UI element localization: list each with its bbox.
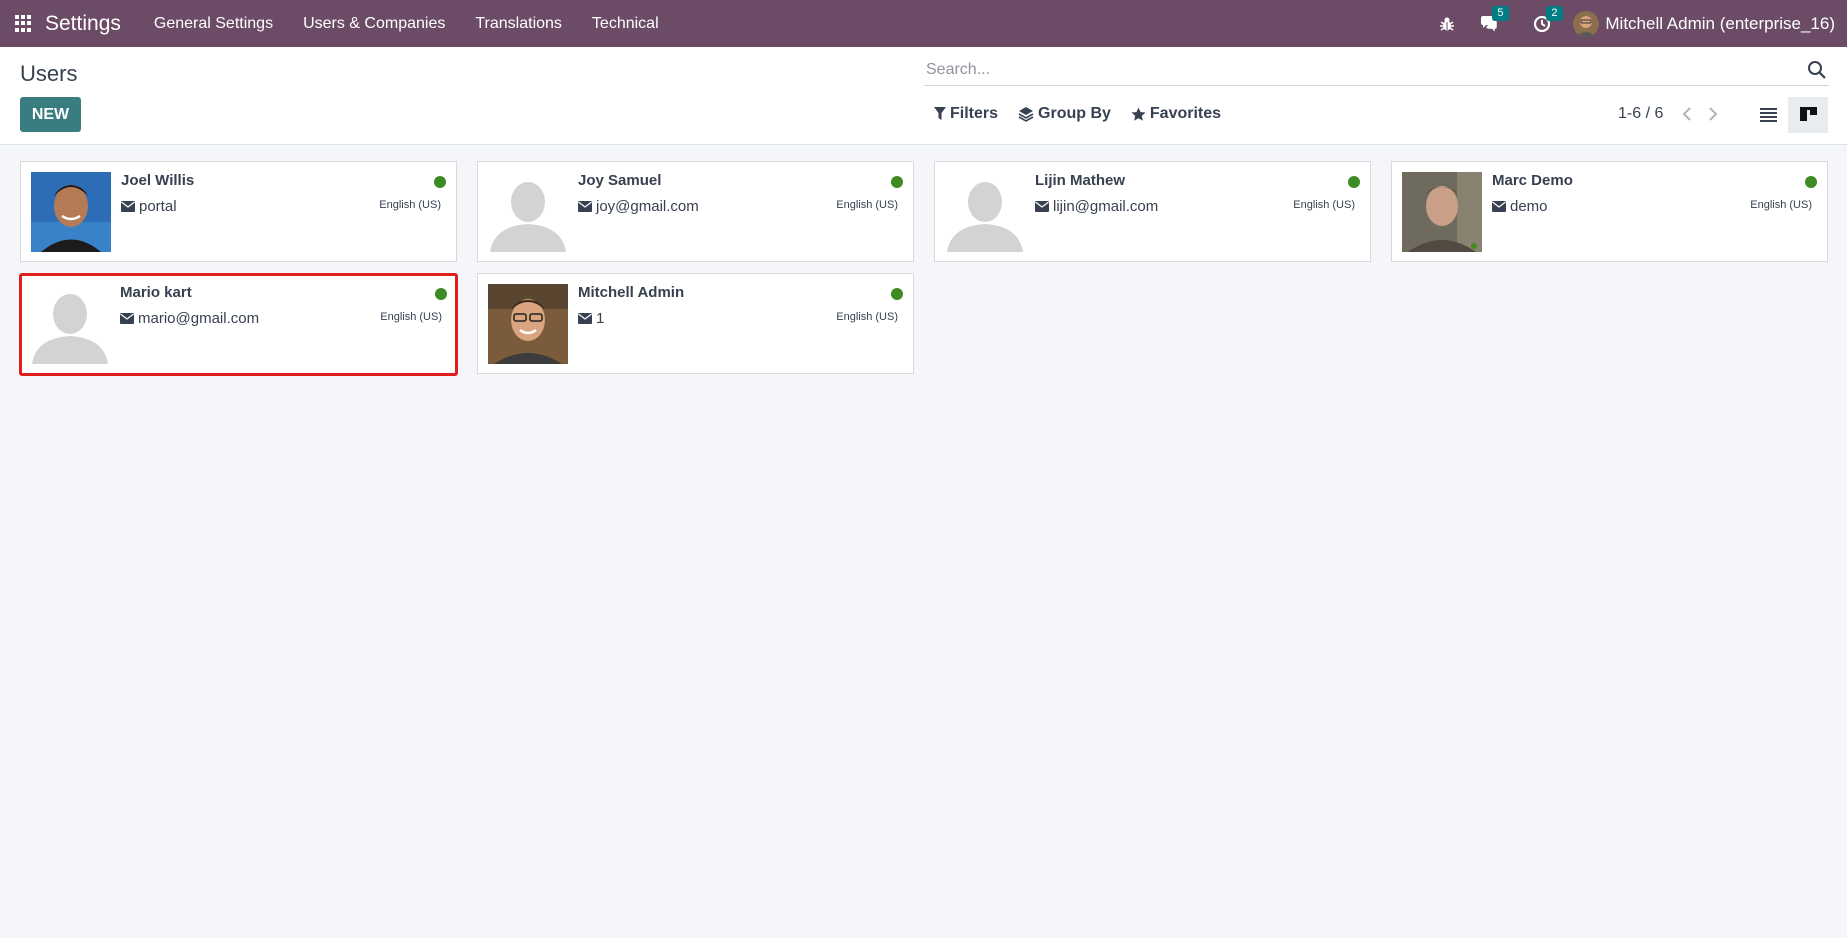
user-card[interactable]: Joel Willis portal English (US) xyxy=(20,161,457,262)
user-login-value: lijin@gmail.com xyxy=(1053,198,1159,215)
user-photo xyxy=(488,284,568,364)
user-login: 1 xyxy=(578,310,604,327)
user-name: Lijin Mathew xyxy=(1035,172,1125,189)
filter-icon xyxy=(934,107,946,120)
user-avatar xyxy=(1573,10,1600,37)
search-input[interactable] xyxy=(924,61,1807,79)
user-login: portal xyxy=(121,198,177,215)
envelope-icon xyxy=(578,313,592,324)
list-view-button[interactable] xyxy=(1748,97,1788,133)
user-language: English (US) xyxy=(1750,199,1812,211)
envelope-icon xyxy=(1035,201,1049,212)
user-name: Joy Samuel xyxy=(578,172,662,189)
user-language: English (US) xyxy=(836,311,898,323)
user-login-value: portal xyxy=(139,198,177,215)
search-options: Filters Group By Favorites xyxy=(934,105,1241,123)
menu-technical[interactable]: Technical xyxy=(577,15,674,33)
star-icon xyxy=(1131,106,1146,121)
user-name: Mitchell Admin xyxy=(578,284,685,301)
top-navbar: Settings General Settings Users & Compan… xyxy=(0,0,1847,47)
search-bar xyxy=(924,55,1829,86)
messages-systray[interactable]: 5 xyxy=(1479,5,1509,33)
list-icon xyxy=(1759,108,1777,122)
apps-menu-icon[interactable] xyxy=(15,14,33,33)
user-language: English (US) xyxy=(379,199,441,211)
online-status-dot xyxy=(434,176,446,188)
envelope-icon xyxy=(121,201,135,212)
user-language: English (US) xyxy=(836,199,898,211)
pager-value[interactable]: 1-6 / 6 xyxy=(1618,105,1663,123)
activities-badge: 2 xyxy=(1546,5,1563,21)
search-icon[interactable] xyxy=(1807,60,1827,80)
user-placeholder-avatar xyxy=(945,172,1025,252)
user-photo xyxy=(31,172,111,252)
new-button[interactable]: NEW xyxy=(20,97,81,132)
user-login: demo xyxy=(1492,198,1548,215)
pager: 1-6 / 6 xyxy=(1618,104,1729,124)
user-language: English (US) xyxy=(380,311,442,323)
layers-icon xyxy=(1018,107,1034,122)
online-status-dot xyxy=(891,176,903,188)
activities-systray[interactable]: 2 xyxy=(1533,5,1563,33)
user-login-value: mario@gmail.com xyxy=(138,310,260,327)
pager-next-button[interactable] xyxy=(1703,104,1723,124)
kanban-view-button[interactable] xyxy=(1788,97,1828,133)
user-menu[interactable]: Mitchell Admin (enterprise_16) xyxy=(1573,10,1835,37)
menu-users-companies[interactable]: Users & Companies xyxy=(288,15,460,33)
app-title[interactable]: Settings xyxy=(45,12,121,36)
group-by-button[interactable]: Group By xyxy=(1018,105,1111,123)
messages-badge: 5 xyxy=(1492,5,1509,21)
envelope-icon xyxy=(1492,201,1506,212)
user-name: Mitchell Admin (enterprise_16) xyxy=(1605,13,1835,33)
user-card[interactable]: Marc Demo demo English (US) xyxy=(1391,161,1828,262)
kanban-icon xyxy=(1799,107,1817,121)
pager-previous-button[interactable] xyxy=(1677,104,1697,124)
filters-label: Filters xyxy=(950,105,999,122)
page-title[interactable]: Users xyxy=(20,61,77,87)
menu-general-settings[interactable]: General Settings xyxy=(139,15,288,33)
envelope-icon xyxy=(578,201,592,212)
user-card[interactable]: Mitchell Admin 1 English (US) xyxy=(477,273,914,374)
user-login-value: demo xyxy=(1510,198,1548,215)
envelope-icon xyxy=(120,313,134,324)
user-card[interactable]: Joy Samuel joy@gmail.com English (US) xyxy=(477,161,914,262)
systray: 5 2 Mitchell Admin (enterprise_16) xyxy=(1427,0,1847,47)
online-status-dot xyxy=(891,288,903,300)
user-photo xyxy=(1402,172,1482,252)
user-placeholder-avatar xyxy=(30,284,110,364)
user-card[interactable]: Lijin Mathew lijin@gmail.com English (US… xyxy=(934,161,1371,262)
user-placeholder-avatar xyxy=(488,172,568,252)
debug-icon[interactable] xyxy=(1439,16,1455,32)
online-status-dot xyxy=(1805,176,1817,188)
user-login: mario@gmail.com xyxy=(120,310,259,327)
view-switcher xyxy=(1748,97,1828,133)
user-card-selected[interactable]: Mario kart mario@gmail.com English (US) xyxy=(19,273,458,376)
user-language: English (US) xyxy=(1293,199,1355,211)
favorites-button[interactable]: Favorites xyxy=(1131,105,1221,123)
chevron-left-icon xyxy=(1682,107,1692,121)
user-login: joy@gmail.com xyxy=(578,198,699,215)
online-status-dot xyxy=(435,288,447,300)
user-login-value: joy@gmail.com xyxy=(596,198,699,215)
filters-button[interactable]: Filters xyxy=(934,105,998,123)
chevron-right-icon xyxy=(1709,107,1718,121)
menu-translations[interactable]: Translations xyxy=(460,15,577,33)
control-panel: Users NEW Filters Group By Favorites 1-6… xyxy=(0,47,1847,145)
user-name: Joel Willis xyxy=(121,172,195,189)
online-status-dot xyxy=(1348,176,1360,188)
user-login: lijin@gmail.com xyxy=(1035,198,1158,215)
main-menu: General Settings Users & Companies Trans… xyxy=(139,15,674,33)
group-by-label: Group By xyxy=(1038,105,1111,122)
user-name: Marc Demo xyxy=(1492,172,1573,189)
user-name: Mario kart xyxy=(120,284,192,301)
user-login-value: 1 xyxy=(596,310,605,327)
favorites-label: Favorites xyxy=(1149,105,1222,122)
